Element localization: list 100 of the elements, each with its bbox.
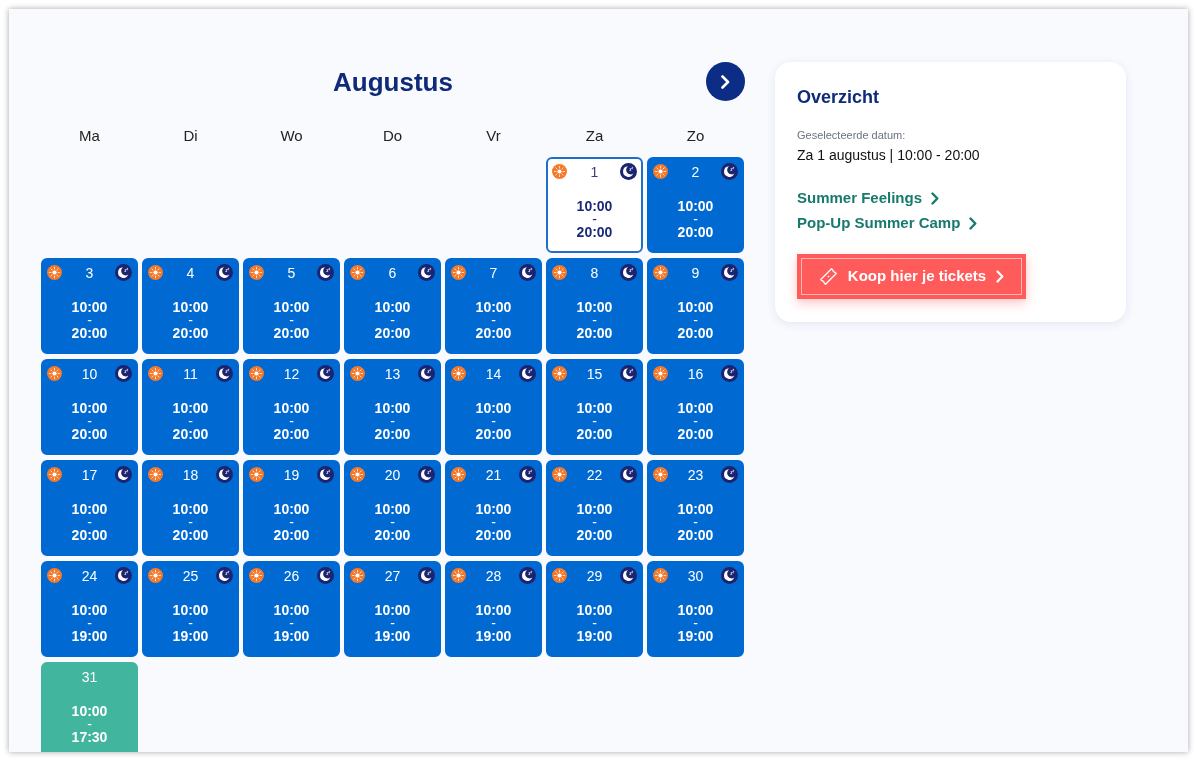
sun-icon [653,366,668,381]
time-separator: - [491,618,496,628]
closing-time: 20:00 [273,426,310,442]
buy-tickets-button[interactable]: Koop hier je tickets [797,254,1026,299]
moon-icon [721,466,738,483]
day-number: 23 [687,465,704,484]
day-cell[interactable]: 14 10:00 - 20:00 [445,359,542,455]
day-cell[interactable]: 6 10:00 - 20:00 [344,258,441,354]
day-cell[interactable]: 5 10:00 - 20:00 [243,258,340,354]
opening-time: 10:00 [677,602,714,618]
day-number: 8 [590,263,599,282]
day-cell[interactable]: 10 10:00 - 20:00 [41,359,138,455]
closing-time: 20:00 [576,426,613,442]
day-cell[interactable]: 3 10:00 - 20:00 [41,258,138,354]
closing-time: 20:00 [273,325,310,341]
sun-icon [47,467,62,482]
closing-time: 20:00 [475,527,512,543]
moon-icon [317,365,334,382]
day-number: 29 [586,566,603,585]
day-number: 7 [489,263,498,282]
time-separator: - [491,416,496,426]
event-link[interactable]: Summer Feelings [797,187,940,209]
time-separator: - [592,618,597,628]
opening-time: 10:00 [172,299,209,315]
moon-icon [418,264,435,281]
day-cell[interactable]: 9 10:00 - 20:00 [647,258,744,354]
chevron-right-icon [969,216,978,230]
event-link[interactable]: Pop-Up Summer Camp [797,212,978,234]
closing-time: 19:00 [475,628,512,644]
day-number: 21 [485,465,502,484]
moon-icon [721,163,738,180]
chevron-right-icon [996,270,1005,283]
time-separator: - [693,517,698,527]
time-separator: - [188,517,193,527]
time-separator: - [289,618,294,628]
moon-icon [519,365,536,382]
time-separator: - [87,416,92,426]
moon-icon [620,365,637,382]
day-cell[interactable]: 11 10:00 - 20:00 [142,359,239,455]
day-cell[interactable]: 22 10:00 - 20:00 [546,460,643,556]
day-number: 1 [590,162,599,181]
opening-time: 10:00 [576,299,613,315]
day-cell[interactable]: 8 10:00 - 20:00 [546,258,643,354]
sun-icon [451,467,466,482]
time-separator: - [188,315,193,325]
day-number: 2 [691,162,700,181]
day-cell[interactable]: 23 10:00 - 20:00 [647,460,744,556]
day-cell[interactable]: 4 10:00 - 20:00 [142,258,239,354]
day-cell[interactable]: 24 10:00 - 19:00 [41,561,138,657]
day-cell[interactable]: 19 10:00 - 20:00 [243,460,340,556]
opening-time: 10:00 [576,501,613,517]
closing-time: 20:00 [677,325,714,341]
opening-time: 10:00 [475,602,512,618]
day-cell[interactable]: 18 10:00 - 20:00 [142,460,239,556]
sun-icon [47,366,62,381]
closing-time: 20:00 [677,527,714,543]
day-cell[interactable]: 2 10:00 - 20:00 [647,157,744,253]
time-separator: - [390,517,395,527]
sun-icon [552,568,567,583]
day-number: 20 [384,465,401,484]
day-cell[interactable]: 26 10:00 - 19:00 [243,561,340,657]
day-cell[interactable]: 29 10:00 - 19:00 [546,561,643,657]
day-number: 15 [586,364,603,383]
day-cell[interactable]: 16 10:00 - 20:00 [647,359,744,455]
closing-time: 20:00 [475,426,512,442]
opening-time: 10:00 [475,299,512,315]
closing-time: 19:00 [172,628,209,644]
day-number: 17 [81,465,98,484]
day-cell[interactable]: 30 10:00 - 19:00 [647,561,744,657]
weekday-label: Vr [486,126,501,146]
day-cell[interactable]: 25 10:00 - 19:00 [142,561,239,657]
day-cell[interactable]: 28 10:00 - 19:00 [445,561,542,657]
day-number: 25 [182,566,199,585]
day-number: 28 [485,566,502,585]
moon-icon [418,466,435,483]
day-number: 5 [287,263,296,282]
day-number: 16 [687,364,704,383]
opening-time: 10:00 [475,400,512,416]
time-separator: - [693,416,698,426]
day-number: 14 [485,364,502,383]
weekday-label: Ma [79,126,100,146]
day-cell[interactable]: 20 10:00 - 20:00 [344,460,441,556]
sun-icon [47,265,62,280]
weekday-label: Zo [686,126,705,146]
day-cell[interactable]: 12 10:00 - 20:00 [243,359,340,455]
sun-icon [249,568,264,583]
day-cell[interactable]: 1 10:00 - 20:00 [546,157,643,253]
day-cell[interactable]: 17 10:00 - 20:00 [41,460,138,556]
day-cell[interactable]: 13 10:00 - 20:00 [344,359,441,455]
day-cell[interactable]: 15 10:00 - 20:00 [546,359,643,455]
moon-icon [519,567,536,584]
day-cell[interactable]: 21 10:00 - 20:00 [445,460,542,556]
day-cell[interactable]: 7 10:00 - 20:00 [445,258,542,354]
closing-time: 20:00 [172,325,209,341]
day-number: 13 [384,364,401,383]
closing-time: 20:00 [475,325,512,341]
next-month-button[interactable] [706,62,745,101]
opening-time: 10:00 [273,602,310,618]
moon-icon [721,567,738,584]
day-cell[interactable]: 27 10:00 - 19:00 [344,561,441,657]
